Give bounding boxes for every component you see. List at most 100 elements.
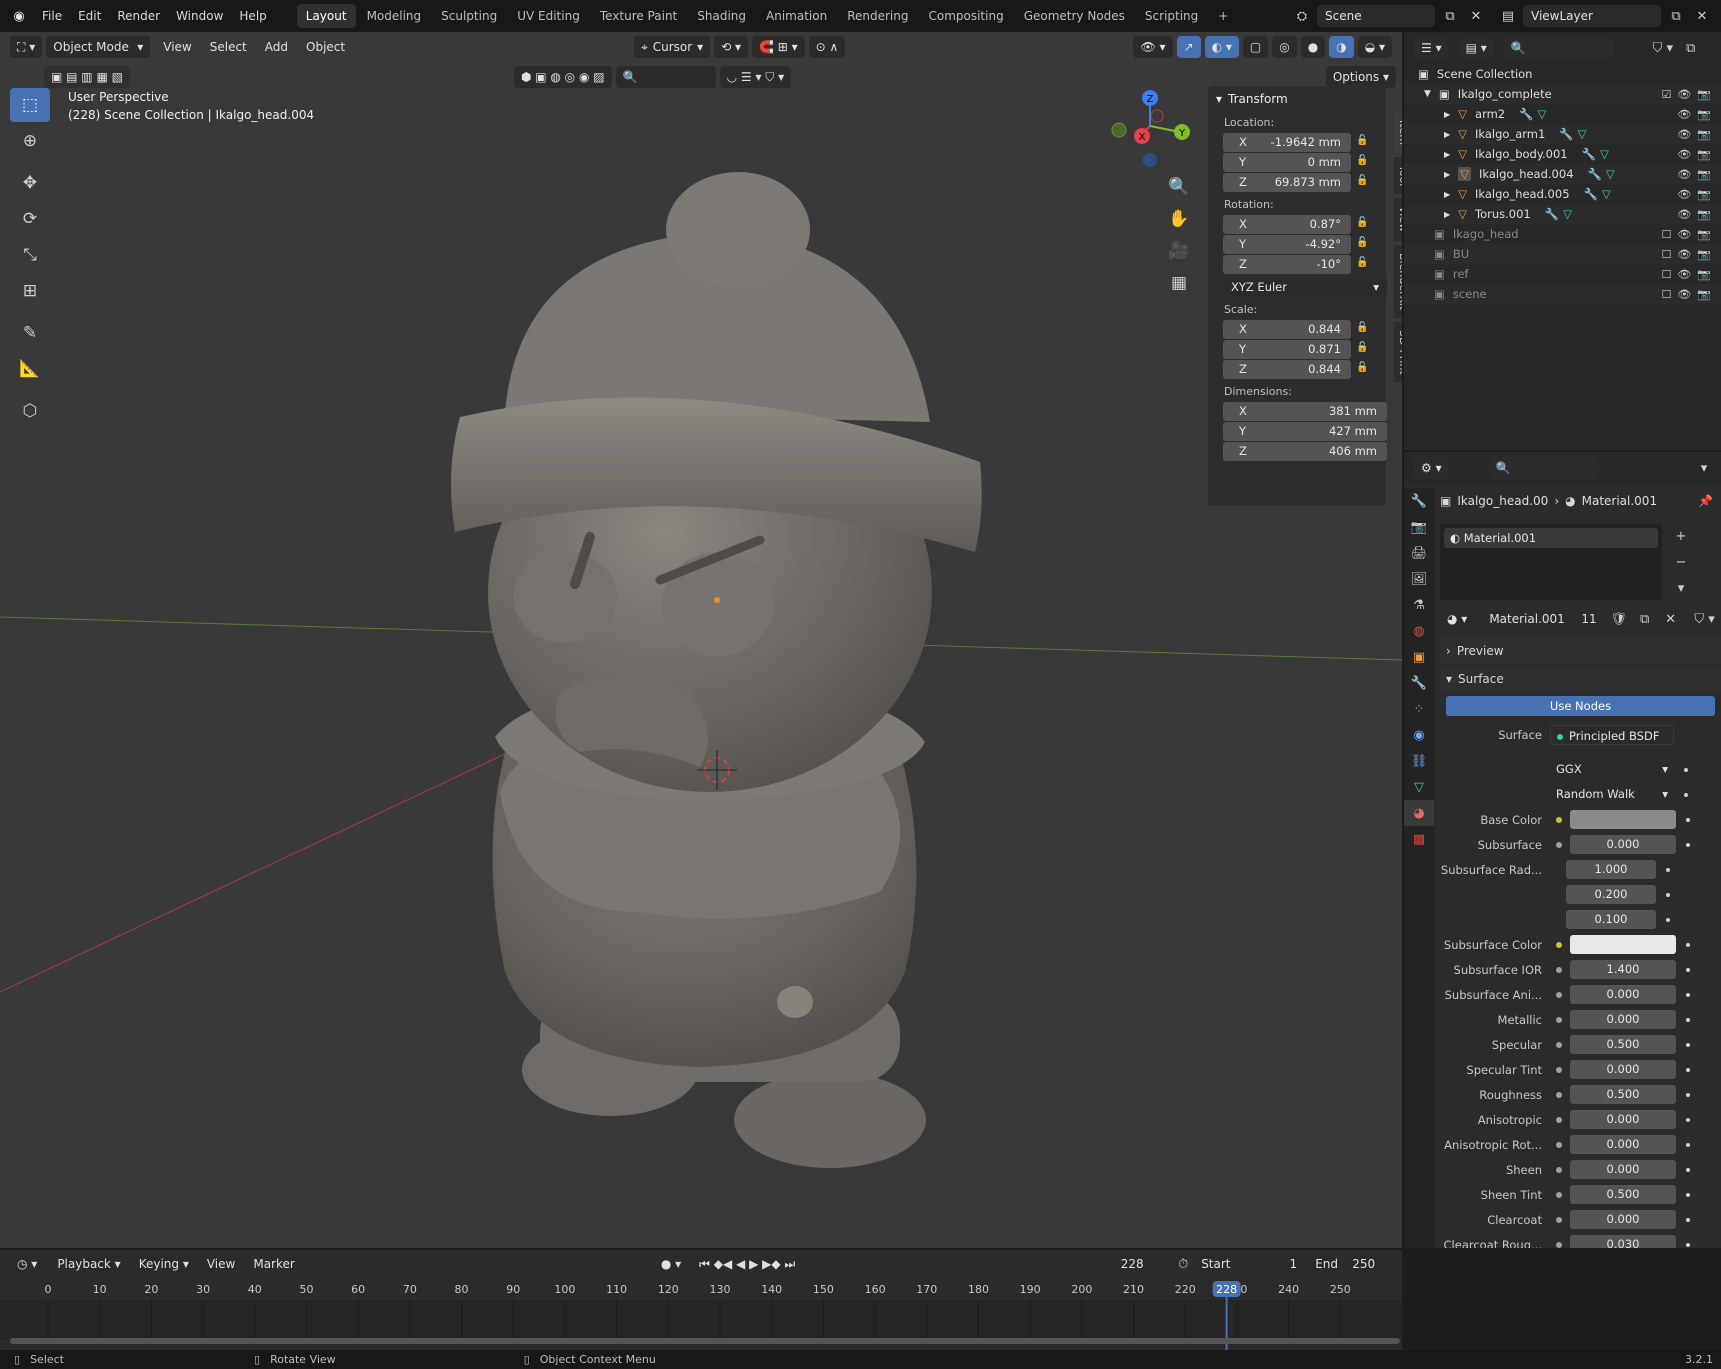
keyframe-dot[interactable] [1686,1092,1690,1097]
eye-icon[interactable]: 👁 [1677,288,1691,301]
eye-icon[interactable]: 👁 [1677,148,1691,161]
object-properties-icon[interactable]: ▣ [1404,644,1434,670]
camera-icon[interactable]: 📷 [1697,168,1711,181]
rotation-mode-dropdown[interactable]: XYZ Euler ▾ [1223,278,1387,297]
snap-base-button[interactable]: ⟲ ▾ [714,36,748,58]
eye-icon[interactable]: 👁 [1677,248,1691,261]
lock-icon[interactable]: 🔓 [1356,257,1370,271]
new-view-layer-icon[interactable]: ⧉ [1665,5,1687,27]
checkbox-icon[interactable]: ☐ [1661,288,1671,301]
zoom-icon[interactable]: 🔍 [1164,172,1194,202]
display-mode-button[interactable]: ▤ ▾ [1458,37,1494,59]
remove-slot-button[interactable]: − [1670,551,1692,573]
shading-material-button[interactable]: ◑ [1329,36,1354,58]
outliner-scene-collection[interactable]: ▣ Scene Collection [1404,64,1721,84]
eye-icon[interactable]: 👁 [1677,88,1691,101]
dimensions-x-field[interactable]: X 381 mm [1223,402,1387,421]
bsdf-input-value[interactable] [1570,935,1676,954]
bsdf-input-value[interactable]: 0.000 [1570,1135,1676,1154]
editor-type-button[interactable]: ⛶ ▾ [10,36,43,58]
eye-icon[interactable]: 👁 [1677,128,1691,141]
timeline-editor-type-button[interactable]: ◷ ▾ [10,1253,45,1275]
keyframe-dot[interactable] [1666,867,1670,872]
lock-icon[interactable]: 🔓 [1356,155,1370,169]
input-socket-icon[interactable] [1556,1241,1562,1248]
sidebar-tab-item[interactable]: Item [1394,112,1402,154]
lock-icon[interactable]: 🔓 [1356,362,1370,376]
lock-icon[interactable]: 🔓 [1356,175,1370,189]
eye-icon[interactable]: 👁 [1677,228,1691,241]
distribution-dropdown[interactable]: GGX ▾ [1550,760,1674,779]
ortho-grid-icon[interactable]: ▦ [1164,268,1194,298]
bsdf-input-value[interactable]: 0.000 [1570,1160,1676,1179]
bsdf-input-value[interactable]: 0.100 [1566,910,1656,929]
tab-scripting[interactable]: Scripting [1136,4,1207,28]
properties-editor-type-button[interactable]: ⚙ ▾ [1414,457,1449,479]
outliner-object-torus[interactable]: ▶ ▽ Torus.001 🔧 ▽ 👁 📷 [1404,204,1721,224]
camera-view-icon[interactable]: 🎥 [1164,236,1194,266]
bsdf-input-value[interactable]: 0.500 [1570,1185,1676,1204]
scene-field[interactable]: Scene [1317,5,1435,27]
outliner-search-input[interactable]: 🔍 [1503,37,1614,59]
chevron-down-icon[interactable]: ▾ [1693,457,1715,479]
outliner-collection-ref[interactable]: ▣ ref ☐ 👁 📷 [1404,264,1721,284]
menu-render[interactable]: Render [109,0,168,32]
sidebar-tab-view[interactable]: View [1394,198,1402,241]
location-z-field[interactable]: Z 69.873 mm [1223,173,1351,192]
outliner-object-arm2[interactable]: ▶ ▽ arm2 🔧 ▽ 👁 📷 [1404,104,1721,124]
scale-y-field[interactable]: Y 0.871 [1223,340,1351,359]
outliner-collection-scene[interactable]: ▣ scene ☐ 👁 📷 [1404,284,1721,304]
keyframe-dot[interactable] [1686,842,1690,847]
object-mode-dropdown[interactable]: Object Mode ▾ [46,36,151,58]
tab-compositing[interactable]: Compositing [919,4,1012,28]
physics-properties-icon[interactable]: ◉ [1404,722,1434,748]
input-socket-icon[interactable] [1556,941,1562,948]
material-name-field[interactable]: Material.001 [1482,608,1571,630]
cursor-tool-icon[interactable]: ⊕ [10,124,50,158]
scene-icon[interactable]: ⛭ [1291,5,1313,27]
bsdf-input-value[interactable]: 1.400 [1570,960,1676,979]
keyframe-dot[interactable] [1686,992,1690,997]
input-socket-icon[interactable] [1556,1091,1562,1098]
camera-icon[interactable]: 📷 [1697,208,1711,221]
bsdf-input-value[interactable]: 0.500 [1570,1035,1676,1054]
playback-controls[interactable]: ⏮ ◆◀ ◀ ▶ ▶◆ ⏭ [692,1253,803,1275]
camera-icon[interactable]: 📷 [1697,88,1711,101]
camera-icon[interactable]: 📷 [1697,228,1711,241]
overlay-toggle[interactable]: ◐ ▾ [1204,36,1239,58]
move-tool-icon[interactable]: ✥ [10,166,50,200]
close-scene-icon[interactable]: ✕ [1465,5,1487,27]
keyframe-dot[interactable] [1686,1217,1690,1222]
material-properties-icon[interactable]: ◕ [1404,800,1434,826]
preview-panel-header[interactable]: › Preview [1440,638,1721,664]
world-properties-icon[interactable]: ◍ [1404,618,1434,644]
outliner-collection-ikago-head[interactable]: ▣ Ikago_head ☐ 👁 📷 [1404,224,1721,244]
measure-tool-icon[interactable]: 📐 [10,352,50,386]
input-socket-icon[interactable] [1556,841,1562,848]
input-socket-icon[interactable] [1556,1141,1562,1148]
tab-texture-paint[interactable]: Texture Paint [591,4,686,28]
menu-keying[interactable]: Keying ▾ [130,1257,198,1271]
bsdf-input-value[interactable]: 1.000 [1566,860,1656,879]
use-nodes-button[interactable]: Use Nodes [1446,696,1715,716]
pivot-dropdown[interactable]: ⌖ Cursor ▾ [634,36,711,58]
input-socket-icon[interactable] [1556,1016,1562,1023]
end-frame-field[interactable]: End 250 [1308,1253,1383,1275]
duplicate-icon[interactable]: ⧉ [1634,608,1656,630]
input-socket-icon[interactable] [1556,1216,1562,1223]
keyframe-dot[interactable] [1686,1142,1690,1147]
rotation-z-field[interactable]: Z -10° [1223,255,1351,274]
output-properties-icon[interactable]: 🖨 [1404,540,1434,566]
surface-shader-field[interactable]: Principled BSDF [1550,724,1674,745]
stopwatch-icon[interactable]: ⏱ [1172,1253,1194,1275]
location-x-field[interactable]: X -1.9642 mm [1223,133,1351,152]
keyframe-dot[interactable] [1686,1242,1690,1247]
keyframe-dot[interactable] [1686,967,1690,972]
scale-z-field[interactable]: Z 0.844 [1223,360,1351,379]
view-layer-icon[interactable]: ▤ [1497,5,1519,27]
transform-tool-icon[interactable]: ⊞ [10,274,50,308]
keyframe-dot[interactable] [1686,1042,1690,1047]
blender-logo-icon[interactable]: ◉ [8,5,30,27]
add-workspace-button[interactable]: + [1209,4,1237,28]
tab-rendering[interactable]: Rendering [838,4,917,28]
